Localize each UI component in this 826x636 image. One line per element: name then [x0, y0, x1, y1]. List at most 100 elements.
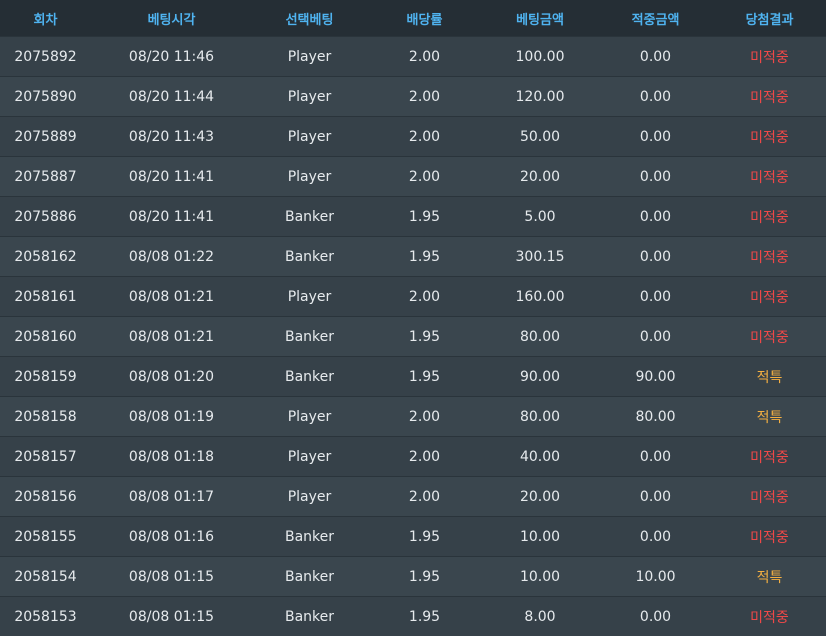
result-cell: 미적중	[750, 529, 789, 546]
pick-cell: Player	[287, 48, 332, 65]
table-row[interactable]: 2075886 08/20 11:41 Banker 1.95 5.00 0.00 미적중	[0, 196, 826, 236]
bet-amount-cell: 100.00	[515, 48, 565, 65]
round-cell: 2075887	[14, 168, 77, 185]
bet-amount-cell: 160.00	[515, 288, 565, 305]
round-cell: 2058162	[14, 248, 77, 265]
pick-cell: Player	[287, 288, 332, 305]
round-cell: 2058154	[14, 568, 77, 585]
bet-time-cell: 08/20 11:44	[128, 88, 215, 105]
odds-cell: 2.00	[408, 88, 441, 105]
result-cell: 미적중	[750, 249, 789, 266]
round-cell: 2058157	[14, 448, 77, 465]
win-amount-cell: 0.00	[639, 48, 672, 65]
odds-cell: 2.00	[408, 448, 441, 465]
header-odds[interactable]: 배당률	[367, 9, 482, 28]
win-amount-cell: 0.00	[639, 328, 672, 345]
round-cell: 2075886	[14, 208, 77, 225]
bet-time-cell: 08/08 01:21	[128, 288, 215, 305]
result-cell: 미적중	[750, 609, 789, 626]
win-amount-cell: 0.00	[639, 528, 672, 545]
table-row[interactable]: 2075889 08/20 11:43 Player 2.00 50.00 0.00 미적중	[0, 116, 826, 156]
header-bet-amount[interactable]: 베팅금액	[482, 9, 598, 28]
round-cell: 2058155	[14, 528, 77, 545]
win-amount-cell: 0.00	[639, 248, 672, 265]
bet-amount-cell: 20.00	[519, 168, 561, 185]
table-row[interactable]: 2058155 08/08 01:16 Banker 1.95 10.00 0.00 미적중	[0, 516, 826, 556]
round-cell: 2058158	[14, 408, 77, 425]
header-round[interactable]: 회차	[0, 9, 91, 28]
table-row[interactable]: 2058156 08/08 01:17 Player 2.00 20.00 0.00 미적중	[0, 476, 826, 516]
odds-cell: 1.95	[408, 368, 441, 385]
bet-time-cell: 08/08 01:18	[128, 448, 215, 465]
win-amount-cell: 0.00	[639, 88, 672, 105]
bet-amount-cell: 80.00	[519, 328, 561, 345]
win-amount-cell: 80.00	[635, 408, 676, 425]
bet-history-table: 회차 베팅시각 선택베팅 배당률 베팅금액 적중금액 당첨결과 2075892 0…	[0, 0, 826, 636]
odds-cell: 2.00	[408, 488, 441, 505]
odds-cell: 2.00	[408, 168, 441, 185]
table-row[interactable]: 2075890 08/20 11:44 Player 2.00 120.00 0.00 미적…	[0, 76, 826, 116]
win-amount-cell: 10.00	[635, 568, 676, 585]
bet-amount-cell: 80.00	[519, 408, 561, 425]
table-row[interactable]: 2058153 08/08 01:15 Banker 1.95 8.00 0.00 미적중	[0, 596, 826, 636]
pick-cell: Banker	[284, 608, 335, 625]
table-row[interactable]: 2075892 08/20 11:46 Player 2.00 100.00 0.00 미적…	[0, 36, 826, 76]
pick-cell: Player	[287, 448, 332, 465]
header-win-amount[interactable]: 적중금액	[598, 9, 713, 28]
table-row[interactable]: 2058154 08/08 01:15 Banker 1.95 10.00 10.00 적특	[0, 556, 826, 596]
round-cell: 2058160	[14, 328, 77, 345]
header-pick[interactable]: 선택베팅	[252, 9, 367, 28]
result-cell: 미적중	[750, 169, 789, 186]
table-body: 2075892 08/20 11:46 Player 2.00 100.00 0.00 미적…	[0, 36, 826, 636]
result-cell: 미적중	[750, 489, 789, 506]
pick-cell: Banker	[284, 368, 335, 385]
pick-cell: Player	[287, 408, 332, 425]
table-row[interactable]: 2058162 08/08 01:22 Banker 1.95 300.15 0.00 미적…	[0, 236, 826, 276]
odds-cell: 2.00	[408, 128, 441, 145]
bet-time-cell: 08/08 01:22	[128, 248, 215, 265]
header-bet-time[interactable]: 베팅시각	[91, 9, 252, 28]
odds-cell: 1.95	[408, 248, 441, 265]
bet-time-cell: 08/08 01:17	[128, 488, 215, 505]
table-row[interactable]: 2058160 08/08 01:21 Banker 1.95 80.00 0.00 미적중	[0, 316, 826, 356]
result-cell: 미적중	[750, 209, 789, 226]
odds-cell: 1.95	[408, 568, 441, 585]
bet-time-cell: 08/20 11:43	[128, 128, 215, 145]
bet-time-cell: 08/20 11:46	[128, 48, 215, 65]
round-cell: 2058159	[14, 368, 77, 385]
bet-time-cell: 08/08 01:15	[128, 568, 215, 585]
win-amount-cell: 90.00	[635, 368, 676, 385]
bet-amount-cell: 90.00	[519, 368, 561, 385]
bet-amount-cell: 10.00	[519, 568, 561, 585]
bet-time-cell: 08/08 01:16	[128, 528, 215, 545]
pick-cell: Banker	[284, 328, 335, 345]
result-cell: 적특	[756, 369, 783, 386]
table-row[interactable]: 2058158 08/08 01:19 Player 2.00 80.00 80.00 적특	[0, 396, 826, 436]
result-cell: 미적중	[750, 289, 789, 306]
odds-cell: 1.95	[408, 528, 441, 545]
pick-cell: Player	[287, 128, 332, 145]
odds-cell: 2.00	[408, 48, 441, 65]
table-row[interactable]: 2058157 08/08 01:18 Player 2.00 40.00 0.00 미적중	[0, 436, 826, 476]
bet-amount-cell: 20.00	[519, 488, 561, 505]
round-cell: 2058161	[14, 288, 77, 305]
bet-time-cell: 08/20 11:41	[128, 168, 215, 185]
win-amount-cell: 0.00	[639, 448, 672, 465]
round-cell: 2058156	[14, 488, 77, 505]
bet-time-cell: 08/08 01:20	[128, 368, 215, 385]
round-cell: 2075892	[14, 48, 77, 65]
win-amount-cell: 0.00	[639, 128, 672, 145]
result-cell: 적특	[756, 569, 783, 586]
bet-amount-cell: 5.00	[524, 208, 556, 225]
header-result[interactable]: 당첨결과	[713, 9, 826, 28]
odds-cell: 2.00	[408, 288, 441, 305]
table-row[interactable]: 2058161 08/08 01:21 Player 2.00 160.00 0.00 미적…	[0, 276, 826, 316]
table-row[interactable]: 2075887 08/20 11:41 Player 2.00 20.00 0.00 미적중	[0, 156, 826, 196]
pick-cell: Player	[287, 88, 332, 105]
bet-amount-cell: 300.15	[515, 248, 565, 265]
win-amount-cell: 0.00	[639, 488, 672, 505]
bet-amount-cell: 10.00	[519, 528, 561, 545]
bet-time-cell: 08/08 01:19	[128, 408, 215, 425]
result-cell: 미적중	[750, 129, 789, 146]
table-row[interactable]: 2058159 08/08 01:20 Banker 1.95 90.00 90.00 적특	[0, 356, 826, 396]
